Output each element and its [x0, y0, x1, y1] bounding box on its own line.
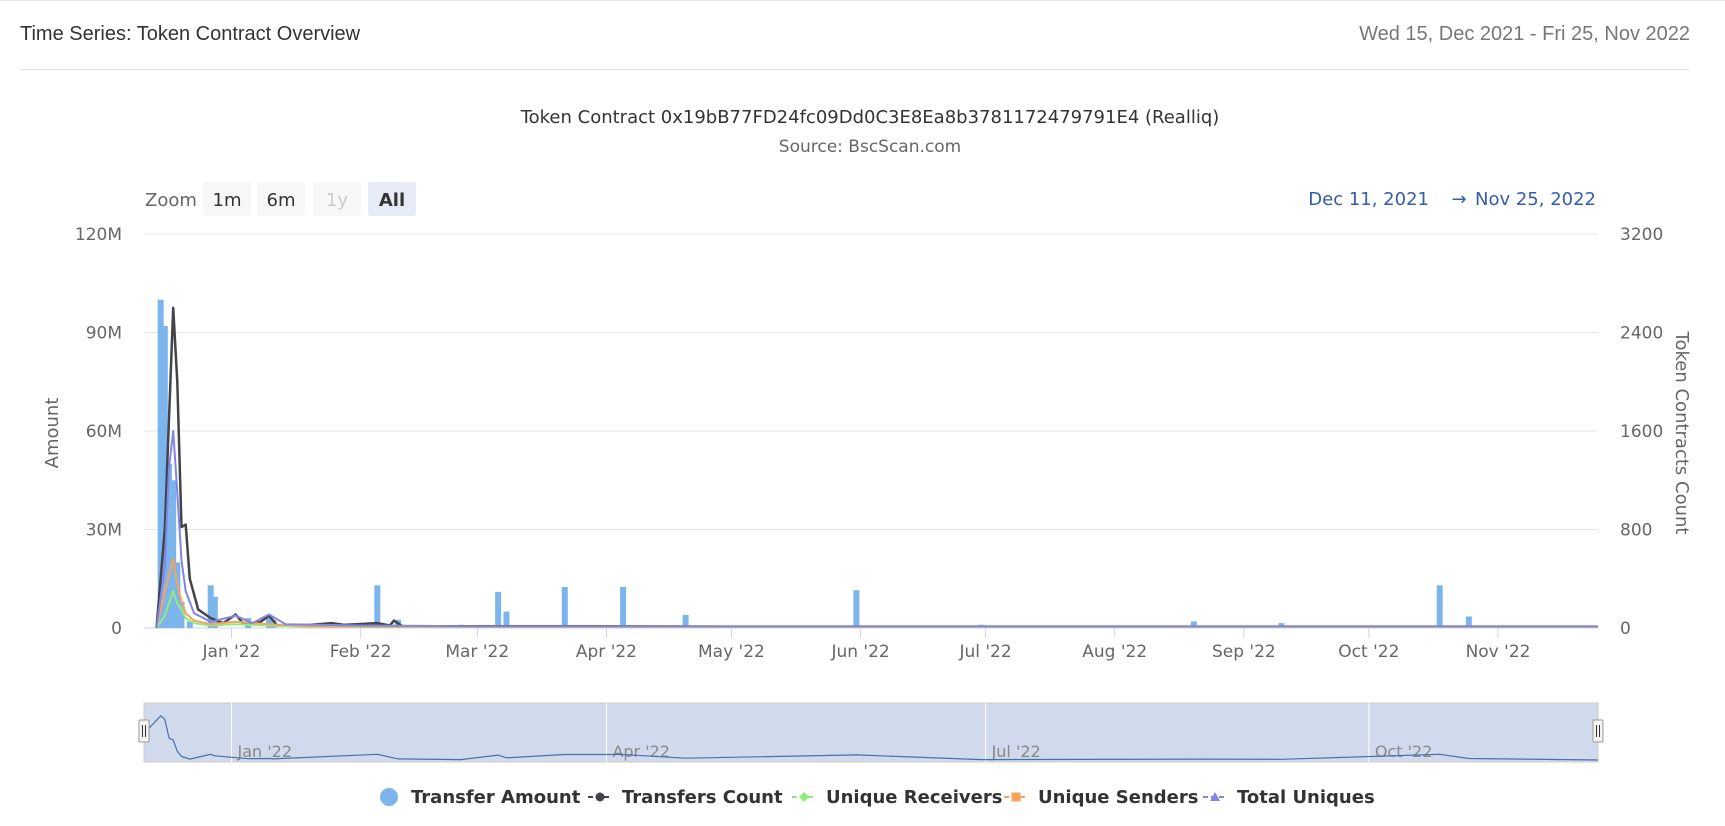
legend-label: Unique Receivers — [826, 787, 1002, 808]
legend-item-transfer-amount[interactable]: Transfer Amount — [380, 787, 581, 808]
legend-label: Transfer Amount — [411, 787, 581, 808]
y-right-tick-label: 3200 — [1620, 225, 1663, 245]
range-from[interactable]: Dec 11, 2021 — [1308, 189, 1429, 210]
y-left-tick-label: 120M — [75, 225, 122, 245]
bar-transfer-amount — [853, 590, 860, 628]
navigator-label: Oct '22 — [1375, 742, 1433, 761]
bar-transfer-amount — [1436, 585, 1443, 628]
legend-circle-icon — [595, 792, 605, 802]
x-axis: Jan '22 Feb '22 Mar '22 Apr '22 May '22 Jun '… — [202, 628, 1531, 662]
legend-item-transfers-count[interactable]: Transfers Count — [588, 787, 783, 808]
legend-label: Total Uniques — [1237, 787, 1375, 808]
zoom-button-all[interactable]: All — [368, 182, 416, 216]
x-tick-label: Jun '22 — [830, 642, 889, 662]
zoom-button-label: All — [379, 190, 405, 211]
x-tick-label: Jul '22 — [958, 642, 1011, 662]
legend-square-icon — [1011, 792, 1021, 802]
navigator-label: Jul '22 — [991, 742, 1041, 761]
zoom-label: Zoom — [145, 190, 197, 211]
zoom-button-label: 1y — [326, 190, 348, 211]
y-axis-right-title: Token Contracts Count — [1671, 331, 1692, 535]
chart-svg: Token Contract 0x19bB77FD24fc09Dd0C3E8Ea… — [42, 107, 1692, 808]
line-series — [155, 306, 1598, 629]
legend-diamond-icon — [799, 792, 809, 802]
range-selector: Dec 11, 2021 → Nov 25, 2022 — [1308, 189, 1596, 210]
range-arrow: → — [1451, 189, 1466, 210]
legend-label: Transfers Count — [622, 787, 783, 808]
y-axis-right: 0 800 1600 2400 3200 — [1620, 225, 1663, 639]
y-left-tick-label: 90M — [86, 324, 122, 344]
chart-subtitle: Source: BscScan.com — [779, 137, 961, 157]
bar-transfer-amount — [495, 591, 502, 628]
series-transfer-amount — [157, 299, 1472, 628]
zoom-button-label: 6m — [267, 190, 296, 211]
bar-transfer-amount — [620, 586, 627, 628]
series-line-unique-senders — [155, 558, 1598, 629]
series-line-transfers-count — [155, 306, 1598, 629]
y-left-tick-label: 0 — [111, 619, 122, 639]
bar-transfer-amount — [561, 586, 568, 628]
y-right-tick-label: 2400 — [1620, 324, 1663, 344]
x-tick-label: Apr '22 — [576, 642, 637, 662]
legend-item-unique-receivers[interactable]: Unique Receivers — [792, 787, 1002, 808]
zoom-button-1m[interactable]: 1m — [203, 182, 251, 216]
navigator-handle-left[interactable] — [138, 719, 150, 743]
y-right-tick-label: 1600 — [1620, 422, 1663, 442]
range-to[interactable]: Nov 25, 2022 — [1475, 189, 1596, 210]
x-tick-label: Sep '22 — [1212, 642, 1276, 662]
x-tick-label: Mar '22 — [445, 642, 509, 662]
y-axis-left-title: Amount — [42, 398, 63, 469]
bar-transfer-amount — [374, 585, 381, 628]
zoom-controls: Zoom 1m 6m 1y All — [145, 182, 416, 216]
navigator[interactable]: Jan '22 Apr '22 Jul '22 Oct '22 — [138, 702, 1604, 763]
y-right-tick-label: 0 — [1620, 619, 1631, 639]
legend: Transfer Amount Transfers Count Unique Rec… — [380, 787, 1375, 808]
x-tick-label: Feb '22 — [330, 642, 392, 662]
zoom-button-6m[interactable]: 6m — [257, 182, 305, 216]
y-axis-left: 0 30M 60M 90M 120M — [75, 225, 122, 639]
gridlines — [144, 233, 1598, 629]
legend-label: Unique Senders — [1038, 787, 1198, 808]
legend-item-unique-senders[interactable]: Unique Senders — [1004, 787, 1198, 808]
x-tick-label: Jan '22 — [202, 642, 261, 662]
x-tick-label: Aug '22 — [1082, 642, 1147, 662]
chart-title: Token Contract 0x19bB77FD24fc09Dd0C3E8Ea… — [520, 107, 1220, 128]
zoom-button-label: 1m — [213, 190, 242, 211]
y-left-tick-label: 30M — [86, 521, 122, 541]
x-tick-label: May '22 — [698, 642, 765, 662]
navigator-label: Apr '22 — [612, 742, 670, 761]
x-tick-label: Nov '22 — [1466, 642, 1531, 662]
y-right-tick-label: 800 — [1620, 521, 1652, 541]
navigator-handle-right[interactable] — [1592, 719, 1604, 743]
y-left-tick-label: 60M — [86, 422, 122, 442]
zoom-button-1y: 1y — [313, 182, 361, 216]
legend-item-total-uniques[interactable]: Total Uniques — [1203, 787, 1375, 808]
x-tick-label: Oct '22 — [1338, 642, 1399, 662]
legend-circle-icon — [380, 788, 398, 806]
